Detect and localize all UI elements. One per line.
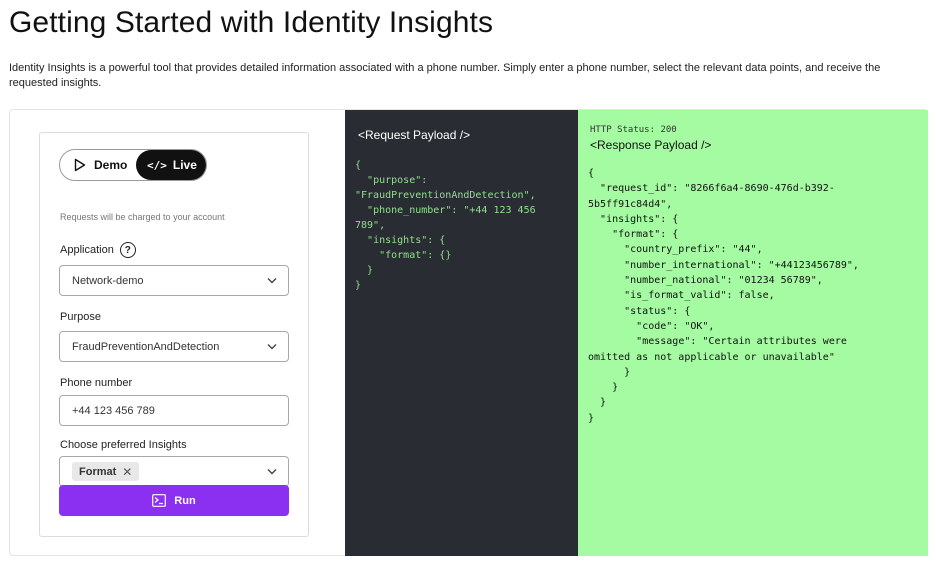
phone-label: Phone number: [60, 377, 133, 389]
page-title: Getting Started with Identity Insights: [9, 6, 494, 39]
play-icon: [74, 158, 86, 172]
application-value: Network-demo: [72, 274, 144, 287]
page-description: Identity Insights is a powerful tool tha…: [9, 62, 881, 89]
run-button[interactable]: Run: [59, 485, 289, 516]
response-payload-code: { "request_id": "8266f6a4-8690-476d-b392…: [588, 168, 859, 424]
chip-label: Format: [79, 465, 117, 478]
charge-note: Requests will be charged to your account: [60, 212, 225, 222]
chevron-down-icon: [267, 344, 277, 350]
chevron-down-icon: [267, 469, 277, 475]
insights-label: Choose preferred Insights: [60, 439, 187, 451]
phone-number-input[interactable]: [59, 395, 289, 426]
purpose-select[interactable]: FraudPreventionAndDetection: [59, 331, 289, 362]
request-payload-title: <Request Payload />: [358, 128, 471, 142]
mode-toggle[interactable]: Demo </> Live: [59, 149, 207, 181]
close-icon[interactable]: ✕: [122, 465, 132, 479]
insight-chip-format: Format ✕: [72, 462, 140, 481]
demo-label: Demo: [94, 158, 128, 172]
request-payload-code: { "purpose": "FraudPreventionAndDetectio…: [355, 160, 536, 291]
purpose-value: FraudPreventionAndDetection: [72, 340, 220, 353]
insights-multiselect[interactable]: Format ✕: [59, 456, 289, 487]
response-payload-title: <Response Payload />: [590, 138, 712, 152]
purpose-label: Purpose: [60, 311, 101, 323]
request-form: Demo </> Live Requests will be charged t…: [39, 132, 309, 537]
http-status: HTTP Status: 200: [590, 125, 677, 135]
application-label-text: Application: [60, 244, 114, 256]
chevron-down-icon: [267, 278, 277, 284]
terminal-icon: [152, 494, 167, 507]
insights-card: Demo </> Live Requests will be charged t…: [9, 109, 928, 556]
run-label: Run: [174, 494, 196, 507]
help-circle-icon[interactable]: ?: [119, 242, 136, 258]
demo-toggle-option[interactable]: Demo: [60, 150, 136, 180]
code-icon: </>: [147, 158, 167, 172]
application-label: Application ?: [60, 242, 136, 258]
application-select[interactable]: Network-demo: [59, 265, 289, 296]
response-payload-panel: HTTP Status: 200 <Response Payload /> { …: [578, 110, 928, 556]
live-toggle-option[interactable]: </> Live: [136, 150, 206, 180]
request-payload-panel: <Request Payload /> { "purpose": "FraudP…: [345, 110, 578, 556]
live-label: Live: [172, 158, 197, 172]
